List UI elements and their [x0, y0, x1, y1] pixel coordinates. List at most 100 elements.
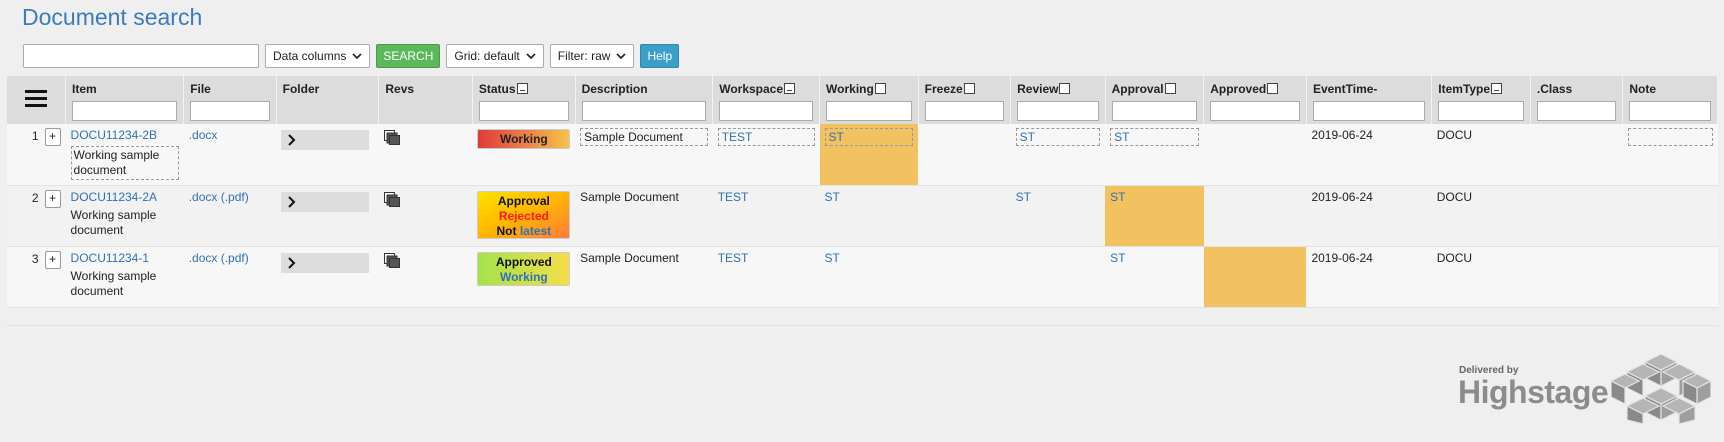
filter-dropdown[interactable]: Filter: raw [549, 44, 635, 68]
row-number-cell: 1 + [7, 124, 66, 186]
description-cell: Sample Document [575, 246, 713, 308]
filter-note[interactable] [1629, 101, 1711, 121]
col-item[interactable]: Item [65, 76, 185, 124]
col-approval[interactable]: Approval [1105, 76, 1205, 124]
stacked-documents-icon[interactable] [383, 191, 400, 207]
status-line: Approved [495, 254, 552, 269]
status-line: latest [519, 223, 552, 238]
status-options-checkbox[interactable] [516, 83, 528, 94]
file-link[interactable]: .docx [189, 128, 218, 142]
expand-row-button[interactable]: + [44, 250, 61, 269]
status-line: Rejected [498, 208, 549, 223]
note-field[interactable] [1627, 128, 1713, 146]
itemtype-value: DOCU [1436, 189, 1473, 204]
col-note[interactable]: Note [1622, 76, 1718, 124]
col-freeze[interactable]: Freeze [918, 76, 1012, 124]
working-checkbox[interactable] [874, 83, 886, 94]
review-link[interactable]: ST [1016, 190, 1031, 204]
brand-name: Highstage [1458, 374, 1609, 410]
filter-review[interactable] [1017, 101, 1099, 121]
working-link[interactable]: ST [825, 190, 840, 204]
description-field[interactable]: Sample Document [580, 128, 708, 146]
approval-checkbox[interactable] [1164, 83, 1176, 94]
file-cell: .docx [183, 124, 277, 186]
col-eventtime[interactable]: EventTime- [1306, 76, 1433, 124]
expand-row-button[interactable]: + [44, 128, 61, 146]
description-cell: Sample Document [575, 185, 713, 247]
revs-cell [378, 246, 473, 308]
hamburger-menu-icon[interactable] [25, 90, 48, 107]
grid-menu[interactable] [7, 76, 67, 124]
filter-approval[interactable] [1111, 101, 1198, 121]
file-pdf-link[interactable]: (.pdf) [221, 251, 249, 265]
chevron-right-icon [288, 134, 296, 146]
working-cell: ST [819, 124, 919, 186]
item-description[interactable]: Working sample document [70, 146, 179, 180]
file-link[interactable]: .docx [189, 190, 218, 204]
workspace-link[interactable]: TEST [718, 190, 749, 204]
workspace-options-checkbox[interactable] [784, 83, 796, 94]
expand-row-button[interactable]: + [44, 189, 61, 208]
filter-item[interactable] [72, 101, 178, 121]
class-cell [1530, 124, 1623, 186]
file-pdf-link[interactable]: (.pdf) [221, 190, 249, 204]
filter-itemtype[interactable] [1438, 101, 1524, 121]
file-link[interactable]: .docx [189, 251, 218, 265]
col-revs[interactable]: Revs [378, 76, 473, 124]
approval-link[interactable]: ST [1110, 251, 1125, 265]
col-file[interactable]: File [183, 76, 277, 124]
filter-description[interactable] [581, 101, 707, 121]
col-working[interactable]: Working [819, 76, 919, 124]
working-cell: ST [819, 185, 919, 247]
item-description: Working sample document [70, 268, 157, 298]
filter-class[interactable] [1536, 101, 1617, 121]
itemtype-options-checkbox[interactable] [1491, 83, 1503, 94]
working-link[interactable]: ST [825, 251, 840, 265]
col-workspace[interactable]: Workspace [712, 76, 821, 124]
col-class-label: .Class [1536, 82, 1573, 96]
stacked-documents-icon[interactable] [383, 130, 400, 145]
filter-working[interactable] [826, 101, 912, 121]
col-description[interactable]: Description [575, 76, 714, 124]
approval-cell: ST [1105, 185, 1204, 247]
approved-checkbox[interactable] [1267, 83, 1279, 94]
stacked-documents-icon[interactable] [383, 252, 400, 268]
search-input[interactable] [23, 44, 259, 68]
filter-freeze[interactable] [924, 101, 1005, 121]
filter-approved[interactable] [1210, 101, 1300, 121]
search-button[interactable]: SEARCH [376, 44, 441, 68]
col-itemtype[interactable]: ItemType [1431, 76, 1531, 124]
col-review-label: Review [1017, 82, 1059, 96]
workspace-link[interactable]: TEST [718, 251, 749, 265]
review-link[interactable]: ST [1015, 128, 1101, 146]
folder-expander[interactable] [281, 130, 370, 150]
working-link[interactable]: ST [824, 128, 914, 146]
data-columns-dropdown[interactable]: Data columns [265, 44, 371, 68]
item-link[interactable]: DOCU11234-2A [71, 190, 157, 204]
grid-dropdown[interactable]: Grid: default [446, 44, 544, 68]
item-link[interactable]: DOCU11234-2B [71, 128, 157, 142]
col-status[interactable]: Status [472, 76, 576, 124]
footer-divider [7, 325, 1718, 326]
workspace-link[interactable]: TEST [717, 128, 815, 146]
approval-link[interactable]: ST [1110, 190, 1125, 204]
col-class[interactable]: .Class [1530, 76, 1624, 124]
row-number-cell: 3 + [7, 246, 66, 308]
filter-status[interactable] [478, 101, 569, 121]
folder-expander[interactable] [281, 252, 370, 273]
col-review[interactable]: Review [1010, 76, 1106, 124]
col-approved[interactable]: Approved [1203, 76, 1307, 124]
item-link[interactable]: DOCU11234-1 [71, 251, 149, 265]
help-button[interactable]: Help [640, 44, 680, 68]
filter-file[interactable] [190, 101, 270, 121]
review-checkbox[interactable] [1059, 83, 1071, 94]
file-cell: .docx (.pdf) [183, 246, 277, 308]
approval-link[interactable]: ST [1110, 128, 1199, 146]
filter-workspace[interactable] [719, 101, 814, 121]
col-folder[interactable]: Folder [276, 76, 380, 124]
approval-cell: ST [1105, 124, 1204, 186]
freeze-checkbox[interactable] [963, 83, 975, 94]
folder-expander[interactable] [281, 191, 370, 212]
filter-eventtime[interactable] [1312, 101, 1426, 121]
item-cell: DOCU11234-1 Working sample document [65, 246, 184, 308]
